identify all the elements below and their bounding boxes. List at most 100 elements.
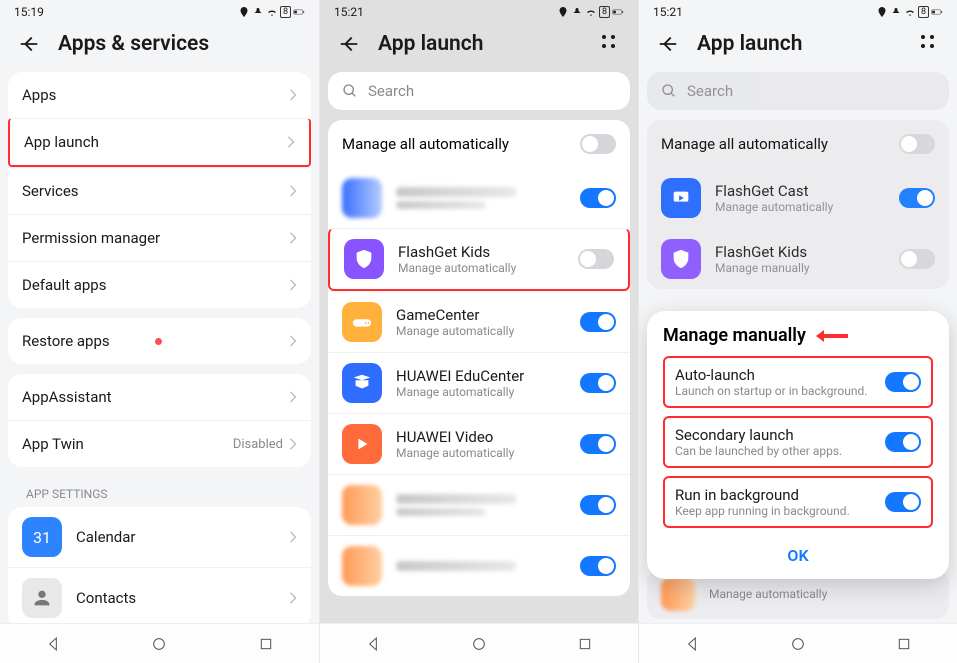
location-icon bbox=[557, 6, 569, 18]
app-list: Manage all automatically FlashGet Kids M… bbox=[328, 120, 630, 596]
app-contacts[interactable]: Contacts bbox=[8, 567, 311, 623]
app-toggle[interactable] bbox=[580, 373, 616, 393]
app-toggle[interactable] bbox=[580, 495, 616, 515]
chevron-right-icon bbox=[289, 438, 297, 450]
header: Apps & services bbox=[0, 24, 319, 72]
wifi-icon bbox=[585, 6, 597, 18]
app-toggle[interactable] bbox=[580, 312, 616, 332]
app-sub: Manage automatically bbox=[398, 261, 564, 275]
app-flashget-kids[interactable]: FlashGet Kids Manage manually bbox=[647, 228, 949, 289]
app-toggle[interactable] bbox=[899, 249, 935, 269]
content: Apps App launch Services Permission mana… bbox=[0, 72, 319, 623]
app-title: GameCenter bbox=[396, 306, 566, 324]
app-educenter[interactable]: HUAWEI EduCenter Manage automatically bbox=[328, 352, 630, 413]
app-row-blurred[interactable] bbox=[328, 535, 630, 596]
sheet-toggle[interactable] bbox=[885, 432, 921, 452]
app-gamecenter[interactable]: GameCenter Manage automatically bbox=[328, 291, 630, 352]
app-toggle[interactable] bbox=[578, 249, 614, 269]
manage-all-toggle[interactable] bbox=[899, 134, 935, 154]
nav-back-icon[interactable] bbox=[45, 636, 61, 652]
sheet-item-title: Run in background bbox=[675, 486, 875, 504]
panel-apps-services: 15:19 8 Apps & services Apps App launch … bbox=[0, 0, 319, 663]
app-flashget-kids[interactable]: FlashGet Kids Manage automatically bbox=[328, 228, 630, 291]
app-icon bbox=[342, 546, 382, 586]
page-title: App launch bbox=[378, 32, 584, 56]
app-title: HUAWEI EduCenter bbox=[396, 367, 566, 385]
sheet-run-background[interactable]: Run in background Keep app running in ba… bbox=[663, 476, 933, 528]
sheet-toggle[interactable] bbox=[885, 492, 921, 512]
app-row-blurred[interactable] bbox=[328, 168, 630, 228]
manage-all-toggle[interactable] bbox=[580, 134, 616, 154]
search-icon bbox=[342, 83, 358, 99]
sheet-item-sub: Keep app running in background. bbox=[675, 504, 875, 518]
app-flashget-cast[interactable]: FlashGet Cast Manage automatically bbox=[647, 168, 949, 228]
chevron-right-icon bbox=[289, 391, 297, 403]
sheet-item-title: Secondary launch bbox=[675, 426, 875, 444]
app-sub: Manage automatically bbox=[396, 385, 566, 399]
huawei-video-icon bbox=[342, 424, 382, 464]
nav-back-icon[interactable] bbox=[365, 636, 381, 652]
app-toggle[interactable] bbox=[580, 434, 616, 454]
nav-recent-icon[interactable] bbox=[258, 636, 274, 652]
nav-recent-icon[interactable] bbox=[896, 636, 912, 652]
chevron-right-icon bbox=[289, 89, 297, 101]
mute-icon bbox=[571, 6, 583, 18]
search-icon bbox=[661, 83, 677, 99]
battery-icon bbox=[931, 6, 943, 18]
nav-back-icon[interactable] bbox=[684, 636, 700, 652]
clock: 15:21 bbox=[334, 5, 364, 19]
app-toggle[interactable] bbox=[580, 556, 616, 576]
location-icon bbox=[238, 6, 250, 18]
sheet-toggle[interactable] bbox=[885, 372, 921, 392]
battery-label: 8 bbox=[918, 6, 929, 18]
item-apps[interactable]: Apps bbox=[8, 72, 311, 118]
back-icon[interactable] bbox=[338, 33, 360, 55]
item-app-launch[interactable]: App launch bbox=[8, 118, 311, 167]
wifi-icon bbox=[904, 6, 916, 18]
item-app-twin[interactable]: App Twin Disabled bbox=[8, 420, 311, 467]
educenter-icon bbox=[342, 363, 382, 403]
header: App launch bbox=[639, 24, 957, 72]
more-icon[interactable] bbox=[602, 35, 620, 53]
flashget-cast-icon bbox=[661, 178, 701, 218]
item-status: Disabled bbox=[233, 437, 283, 452]
chevron-right-icon bbox=[289, 185, 297, 197]
more-icon[interactable] bbox=[921, 35, 939, 53]
nav-home-icon[interactable] bbox=[151, 636, 167, 652]
statusbar: 15:21 8 bbox=[639, 0, 957, 24]
manage-all-row[interactable]: Manage all automatically bbox=[647, 120, 949, 168]
app-row-blurred[interactable] bbox=[328, 474, 630, 535]
item-permission-manager[interactable]: Permission manager bbox=[8, 214, 311, 261]
sheet-item-sub: Can be launched by other apps. bbox=[675, 444, 875, 458]
app-calendar[interactable]: 31 Calendar bbox=[8, 507, 311, 567]
item-appassistant[interactable]: AppAssistant bbox=[8, 374, 311, 420]
ok-button[interactable]: OK bbox=[663, 536, 933, 569]
app-title: FlashGet Kids bbox=[398, 243, 564, 261]
app-icon bbox=[342, 178, 382, 218]
gamecenter-icon bbox=[342, 302, 382, 342]
item-default-apps[interactable]: Default apps bbox=[8, 261, 311, 308]
nav-home-icon[interactable] bbox=[790, 636, 806, 652]
location-icon bbox=[876, 6, 888, 18]
flashget-kids-icon bbox=[344, 239, 384, 279]
search-input[interactable]: Search bbox=[328, 72, 630, 110]
app-sub: Manage automatically bbox=[715, 200, 885, 214]
clock: 15:19 bbox=[14, 5, 44, 19]
back-icon[interactable] bbox=[18, 33, 40, 55]
app-toggle[interactable] bbox=[899, 188, 935, 208]
app-toggle[interactable] bbox=[580, 188, 616, 208]
status-icons: 8 bbox=[238, 6, 305, 18]
sheet-secondary-launch[interactable]: Secondary launch Can be launched by othe… bbox=[663, 416, 933, 468]
sheet-item-title: Auto-launch bbox=[675, 366, 875, 384]
sheet-auto-launch[interactable]: Auto-launch Launch on startup or in back… bbox=[663, 356, 933, 408]
page-title: Apps & services bbox=[58, 32, 301, 56]
app-huawei-video[interactable]: HUAWEI Video Manage automatically bbox=[328, 413, 630, 474]
nav-recent-icon[interactable] bbox=[577, 636, 593, 652]
back-icon[interactable] bbox=[657, 33, 679, 55]
manage-all-row[interactable]: Manage all automatically bbox=[328, 120, 630, 168]
nav-home-icon[interactable] bbox=[471, 636, 487, 652]
item-restore-apps[interactable]: Restore apps bbox=[8, 318, 311, 364]
item-services[interactable]: Services bbox=[8, 167, 311, 214]
app-sub: Manage automatically bbox=[396, 324, 566, 338]
search-input[interactable]: Search bbox=[647, 72, 949, 110]
